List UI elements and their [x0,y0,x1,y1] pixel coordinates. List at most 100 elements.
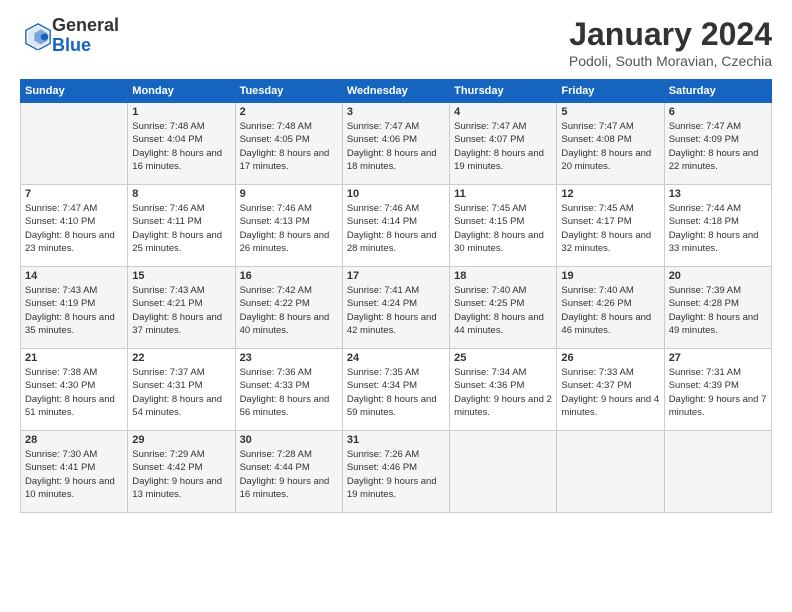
day-number: 20 [669,270,767,282]
day-number: 2 [240,106,338,118]
sunrise-text: Sunrise: 7:41 AM [347,285,419,296]
cell-w5d6 [557,431,664,513]
cell-w2d3: 9Sunrise: 7:46 AMSunset: 4:13 PMDaylight… [235,185,342,267]
sunrise-text: Sunrise: 7:28 AM [240,449,312,460]
cell-w5d3: 30Sunrise: 7:28 AMSunset: 4:44 PMDayligh… [235,431,342,513]
sunrise-text: Sunrise: 7:46 AM [240,203,312,214]
sunrise-text: Sunrise: 7:47 AM [454,121,526,132]
daylight-text: Daylight: 8 hours and 35 minutes. [25,312,115,336]
sunset-text: Sunset: 4:07 PM [454,134,524,145]
col-wednesday: Wednesday [342,80,449,103]
cell-details: Sunrise: 7:48 AMSunset: 4:05 PMDaylight:… [240,120,338,173]
daylight-text: Daylight: 8 hours and 32 minutes. [561,230,651,254]
daylight-text: Daylight: 8 hours and 42 minutes. [347,312,437,336]
cell-details: Sunrise: 7:42 AMSunset: 4:22 PMDaylight:… [240,284,338,337]
cell-details: Sunrise: 7:30 AMSunset: 4:41 PMDaylight:… [25,448,123,501]
calendar-page: General Blue January 2024 Podoli, South … [0,0,792,612]
sunrise-text: Sunrise: 7:26 AM [347,449,419,460]
sunset-text: Sunset: 4:42 PM [132,462,202,473]
cell-w3d6: 19Sunrise: 7:40 AMSunset: 4:26 PMDayligh… [557,267,664,349]
cell-w3d2: 15Sunrise: 7:43 AMSunset: 4:21 PMDayligh… [128,267,235,349]
cell-details: Sunrise: 7:45 AM Sunset: 4:15 PM Daylight:… [454,202,552,255]
cell-w3d5: 18Sunrise: 7:40 AMSunset: 4:25 PMDayligh… [450,267,557,349]
header-row: Sunday Monday Tuesday Wednesday Thursday… [21,80,772,103]
daylight-text: Daylight: 8 hours and 37 minutes. [132,312,222,336]
cell-details: Sunrise: 7:37 AMSunset: 4:31 PMDaylight:… [132,366,230,419]
cell-details: Sunrise: 7:33 AMSunset: 4:37 PMDaylight:… [561,366,659,419]
daylight-text: Daylight: 8 hours and 33 minutes. [669,230,759,254]
sunset-text: Sunset: 4:09 PM [669,134,739,145]
cell-details: Sunrise: 7:43 AM Sunset: 4:19 PM Daylight:… [25,284,123,337]
location: Podoli, South Moravian, Czechia [569,53,772,69]
daylight-text: Daylight: 8 hours and 30 minutes. [454,230,544,254]
week-row-3: 14Sunrise: 7:43 AMSunset: 4:19 PMDayligh… [21,267,772,349]
week-row-2: 7Sunrise: 7:47 AMSunset: 4:10 PMDaylight… [21,185,772,267]
cell-details: Sunrise: 7:34 AMSunset: 4:36 PMDaylight:… [454,366,552,419]
sunset-text: Sunset: 4:19 PM [25,298,95,309]
week-row-5: 28Sunrise: 7:30 AMSunset: 4:41 PMDayligh… [21,431,772,513]
day-number: 21 [25,352,123,364]
sunrise-text: Sunrise: 7:47 AM [669,121,741,132]
sunset-text: Sunset: 4:05 PM [240,134,310,145]
day-number: 7 [25,188,123,200]
cell-details: Sunrise: 7:47 AMSunset: 4:06 PMDaylight:… [347,120,445,173]
day-number: 10 [347,188,445,200]
title-block: January 2024 Podoli, South Moravian, Cze… [569,16,772,69]
sunrise-text: Sunrise: 7:42 AM [240,285,312,296]
logo-text: General Blue [52,16,119,56]
sunrise-text: Sunrise: 7:46 AM [132,203,204,214]
sunset-text: Sunset: 4:18 PM [669,216,739,227]
sunrise-text: Sunrise: 7:48 AM [132,121,204,132]
sunset-text: Sunset: 4:13 PM [240,216,310,227]
col-saturday: Saturday [664,80,771,103]
day-number: 29 [132,434,230,446]
day-number: 17 [347,270,445,282]
cell-details: Sunrise: 7:36 AMSunset: 4:33 PMDaylight:… [240,366,338,419]
sunrise-text: Sunrise: 7:43 AM [25,285,97,296]
cell-w2d4: 10Sunrise: 7:46 AMSunset: 4:14 PMDayligh… [342,185,449,267]
daylight-text: Daylight: 9 hours and 7 minutes. [669,394,767,418]
daylight-text: Daylight: 8 hours and 16 minutes. [132,148,222,172]
cell-w5d2: 29Sunrise: 7:29 AMSunset: 4:42 PMDayligh… [128,431,235,513]
week-row-1: 1 Sunrise: 7:48 AMSunset: 4:04 PMDaylight… [21,103,772,185]
daylight-text: Daylight: 8 hours and 25 minutes. [132,230,222,254]
cell-w1d5: 4Sunrise: 7:47 AMSunset: 4:07 PMDaylight… [450,103,557,185]
cell-w2d7: 13Sunrise: 7:44 AMSunset: 4:18 PMDayligh… [664,185,771,267]
daylight-text: Daylight: 8 hours and 19 minutes. [454,148,544,172]
cell-w4d7: 27Sunrise: 7:31 AMSunset: 4:39 PMDayligh… [664,349,771,431]
cell-w4d1: 21Sunrise: 7:38 AMSunset: 4:30 PMDayligh… [21,349,128,431]
col-friday: Friday [557,80,664,103]
sunset-text: Sunset: 4:14 PM [347,216,417,227]
daylight-text: Daylight: 8 hours and 23 minutes. [25,230,115,254]
sunset-text: Sunset: 4:41 PM [25,462,95,473]
cell-w1d1 [21,103,128,185]
daylight-text: Daylight: 9 hours and 13 minutes. [132,476,222,500]
cell-w2d6: 12Sunrise: 7:45 AMSunset: 4:17 PMDayligh… [557,185,664,267]
daylight-text: Daylight: 8 hours and 22 minutes. [669,148,759,172]
daylight-text: Daylight: 8 hours and 44 minutes. [454,312,544,336]
cell-details: Sunrise: 7:41 AM Sunset: 4:24 PM Daylight:… [347,284,445,337]
cell-details: Sunrise: 7:48 AMSunset: 4:04 PMDaylight:… [132,120,230,173]
daylight-text: Daylight: 8 hours and 26 minutes. [240,230,330,254]
cell-w4d4: 24Sunrise: 7:35 AMSunset: 4:34 PMDayligh… [342,349,449,431]
sunset-text: Sunset: 4:24 PM [347,298,417,309]
day-number: 23 [240,352,338,364]
sunset-text: Sunset: 4:15 PM [454,216,524,227]
cell-w1d2: 1 Sunrise: 7:48 AMSunset: 4:04 PMDaylight… [128,103,235,185]
day-number: 1 [132,106,230,118]
sunset-text: Sunset: 4:17 PM [561,216,631,227]
day-number: 6 [669,106,767,118]
cell-details: Sunrise: 7:31 AMSunset: 4:39 PMDaylight:… [669,366,767,419]
sunrise-text: Sunrise: 7:40 AM [561,285,633,296]
cell-w5d1: 28Sunrise: 7:30 AMSunset: 4:41 PMDayligh… [21,431,128,513]
sunset-text: Sunset: 4:21 PM [132,298,202,309]
sunset-text: Sunset: 4:11 PM [132,216,202,227]
daylight-text: Daylight: 8 hours and 56 minutes. [240,394,330,418]
cell-details: Sunrise: 7:43 AMSunset: 4:21 PMDaylight:… [132,284,230,337]
day-number: 13 [669,188,767,200]
cell-details: Sunrise: 7:26 AMSunset: 4:46 PMDaylight:… [347,448,445,501]
cell-w1d3: 2 Sunrise: 7:48 AMSunset: 4:05 PMDaylight… [235,103,342,185]
day-number: 22 [132,352,230,364]
day-number: 12 [561,188,659,200]
sunrise-text: Sunrise: 7:45 AM [454,203,526,214]
